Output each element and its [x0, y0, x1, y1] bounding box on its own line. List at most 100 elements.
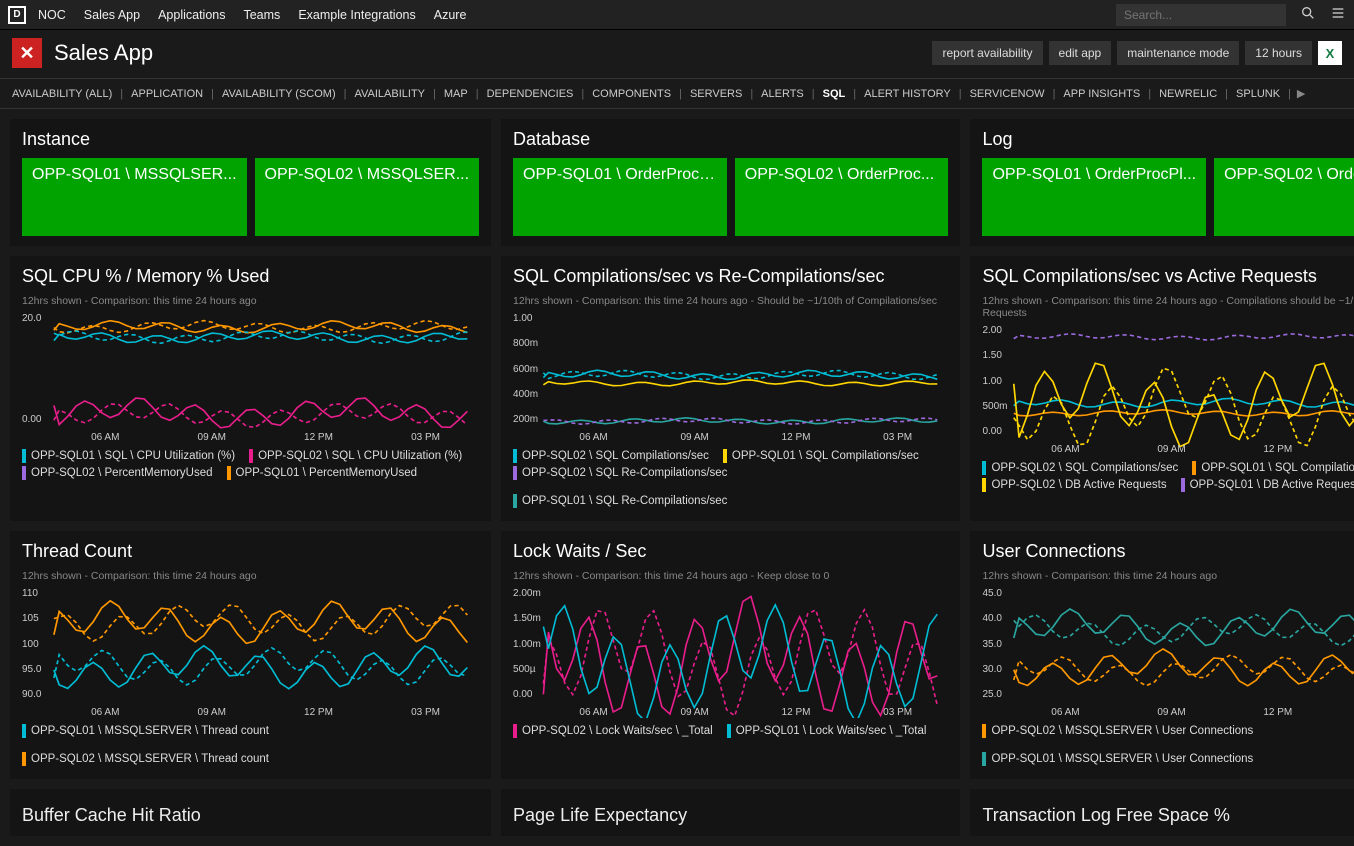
status-tile[interactable]: OPP-SQL02 \ MSSQLSER... [255, 158, 480, 236]
chart-title: Thread Count [22, 541, 479, 562]
x-tick: 06 AM [1051, 444, 1079, 455]
action-button[interactable]: 12 hours [1245, 41, 1312, 65]
subnav-item[interactable]: SERVERS [688, 88, 744, 100]
y-tick: 105 [22, 613, 41, 624]
topnav-item[interactable]: Teams [243, 8, 280, 22]
menu-icon[interactable] [1330, 5, 1346, 24]
y-tick: 0.00 [22, 414, 41, 425]
panel-title: Page Life Expectancy [513, 799, 948, 826]
chart-canvas: 45.040.035.030.025.006 AM09 AM12 PM03 PM [982, 588, 1354, 718]
status-tile[interactable]: OPP-SQL02 \ OrderProc... [735, 158, 949, 236]
subnav-item[interactable]: DEPENDENCIES [485, 88, 576, 100]
y-tick: 2.00 [982, 325, 1007, 336]
chart-title: Lock Waits / Sec [513, 541, 948, 562]
chart-canvas: 2.00m1.50m1.00m500µ0.0006 AM09 AM12 PM03… [513, 588, 948, 718]
panel-title: Transaction Log Free Space % [982, 799, 1354, 826]
separator: | [1288, 88, 1291, 100]
panel-page-life: Page Life Expectancy [501, 789, 960, 836]
chart-legend: OPP-SQL02 \ SQL Compilations/secOPP-SQL0… [513, 449, 948, 508]
y-tick: 200m [513, 414, 538, 425]
action-button[interactable]: report availability [932, 41, 1042, 65]
subnav-item[interactable]: NEWRELIC [1157, 88, 1219, 100]
search-icon[interactable] [1300, 5, 1316, 24]
status-tile[interactable]: OPP-SQL01 \ MSSQLSER... [22, 158, 247, 236]
separator: | [344, 88, 347, 100]
x-tick: 06 AM [579, 707, 607, 718]
panel-title: Instance [22, 129, 479, 150]
subnav-item[interactable]: ALERT HISTORY [862, 88, 953, 100]
subnav-item[interactable]: SPLUNK [1234, 88, 1282, 100]
topnav-item[interactable]: NOC [38, 8, 66, 22]
subnav-item[interactable]: SERVICENOW [968, 88, 1047, 100]
chart-legend: OPP-SQL02 \ Lock Waits/sec \ _TotalOPP-S… [513, 724, 948, 738]
panel-database: Database OPP-SQL01 \ OrderProcP...OPP-SQ… [501, 119, 960, 246]
chart-legend: OPP-SQL01 \ SQL \ CPU Utilization (%)OPP… [22, 449, 479, 480]
chart-subtitle: 12hrs shown - Comparison: this time 24 h… [513, 295, 948, 307]
separator: | [679, 88, 682, 100]
topnav-item[interactable]: Applications [158, 8, 225, 22]
chart-subtitle: 12hrs shown - Comparison: this time 24 h… [513, 570, 948, 582]
subnav-item[interactable]: MAP [442, 88, 470, 100]
panel-title: Log [982, 129, 1354, 150]
action-button[interactable]: maintenance mode [1117, 41, 1239, 65]
x-tick: 09 AM [198, 432, 226, 443]
separator: | [120, 88, 123, 100]
subnav-item[interactable]: AVAILABILITY (ALL) [10, 88, 114, 100]
topnav-item[interactable]: Sales App [84, 8, 140, 22]
legend-item: OPP-SQL01 \ PercentMemoryUsed [227, 466, 418, 480]
subnav-item[interactable]: AVAILABILITY [353, 88, 428, 100]
separator: | [959, 88, 962, 100]
legend-item: OPP-SQL01 \ MSSQLSERVER \ Thread count [22, 724, 269, 738]
topnav-item[interactable]: Example Integrations [298, 8, 415, 22]
x-tick: 12 PM [304, 707, 333, 718]
chart-subtitle: 12hrs shown - Comparison: this time 24 h… [22, 570, 479, 582]
y-tick: 45.0 [982, 588, 1001, 599]
subnav-item[interactable]: AVAILABILITY (SCOM) [220, 88, 338, 100]
legend-item: OPP-SQL01 \ SQL Re-Compilations/sec [513, 494, 727, 508]
status-tile[interactable]: OPP-SQL01 \ OrderProcP... [513, 158, 727, 236]
y-tick: 90.0 [22, 689, 41, 700]
panel-instance: Instance OPP-SQL01 \ MSSQLSER...OPP-SQL0… [10, 119, 491, 246]
panel-thread-count: Thread Count 12hrs shown - Comparison: th… [10, 531, 491, 779]
separator: | [853, 88, 856, 100]
legend-item: OPP-SQL01 \ SQL Compilations/sec [1192, 461, 1354, 475]
y-tick: 1.50 [982, 350, 1007, 361]
status-tile[interactable]: OPP-SQL01 \ OrderProcPl... [982, 158, 1206, 236]
subnav: AVAILABILITY (ALL) | APPLICATION | AVAILABIL… [0, 78, 1354, 109]
legend-item: OPP-SQL02 \ SQL \ CPU Utilization (%) [249, 449, 462, 463]
panel-active-requests: SQL Compilations/sec vs Active Requests 1… [970, 256, 1354, 521]
subnav-item[interactable]: COMPONENTS [590, 88, 673, 100]
y-tick: 500µ [513, 664, 541, 675]
search-input[interactable] [1116, 4, 1286, 26]
subnav-item[interactable]: APP INSIGHTS [1061, 88, 1142, 100]
separator: | [1225, 88, 1228, 100]
y-tick: 2.00m [513, 588, 541, 599]
chart-canvas: 1.00800m600m400m200m06 AM09 AM12 PM03 PM [513, 313, 948, 443]
legend-item: OPP-SQL02 \ MSSQLSERVER \ User Connectio… [982, 724, 1253, 738]
panel-user-connections: User Connections12hrs shown - Comparison… [970, 531, 1354, 779]
y-tick: 1.00 [513, 313, 538, 324]
x-tick: 03 PM [411, 432, 440, 443]
y-tick: 100 [22, 639, 41, 650]
close-button[interactable]: ✕ [12, 38, 42, 68]
y-tick: 800m [513, 338, 538, 349]
subnav-item[interactable]: SQL [821, 88, 848, 100]
x-tick: 09 AM [1157, 444, 1185, 455]
chart-subtitle: 12hrs shown - Comparison: this time 24 h… [982, 295, 1354, 319]
panel-compilations: SQL Compilations/sec vs Re-Compilations/… [501, 256, 960, 521]
chevron-right-icon[interactable]: ▶ [1297, 87, 1305, 100]
legend-item: OPP-SQL02 \ SQL Compilations/sec [982, 461, 1178, 475]
panel-cpu-mem: SQL CPU % / Memory % Used12hrs shown - C… [10, 256, 491, 521]
subnav-item[interactable]: ALERTS [759, 88, 806, 100]
status-tile[interactable]: OPP-SQL02 \ OrderProcPl... [1214, 158, 1354, 236]
chart-title: SQL Compilations/sec vs Active Requests [982, 266, 1354, 287]
x-tick: 12 PM [1263, 707, 1292, 718]
topnav-item[interactable]: Azure [434, 8, 467, 22]
legend-item: OPP-SQL01 \ DB Active Requests [1181, 478, 1354, 492]
chart-legend: OPP-SQL01 \ MSSQLSERVER \ Thread countOP… [22, 724, 479, 766]
y-tick: 20.0 [22, 313, 41, 324]
subnav-item[interactable]: APPLICATION [129, 88, 205, 100]
action-button[interactable]: edit app [1049, 41, 1112, 65]
excel-export-icon[interactable]: X [1318, 41, 1342, 65]
app-logo[interactable]: D [8, 6, 26, 24]
